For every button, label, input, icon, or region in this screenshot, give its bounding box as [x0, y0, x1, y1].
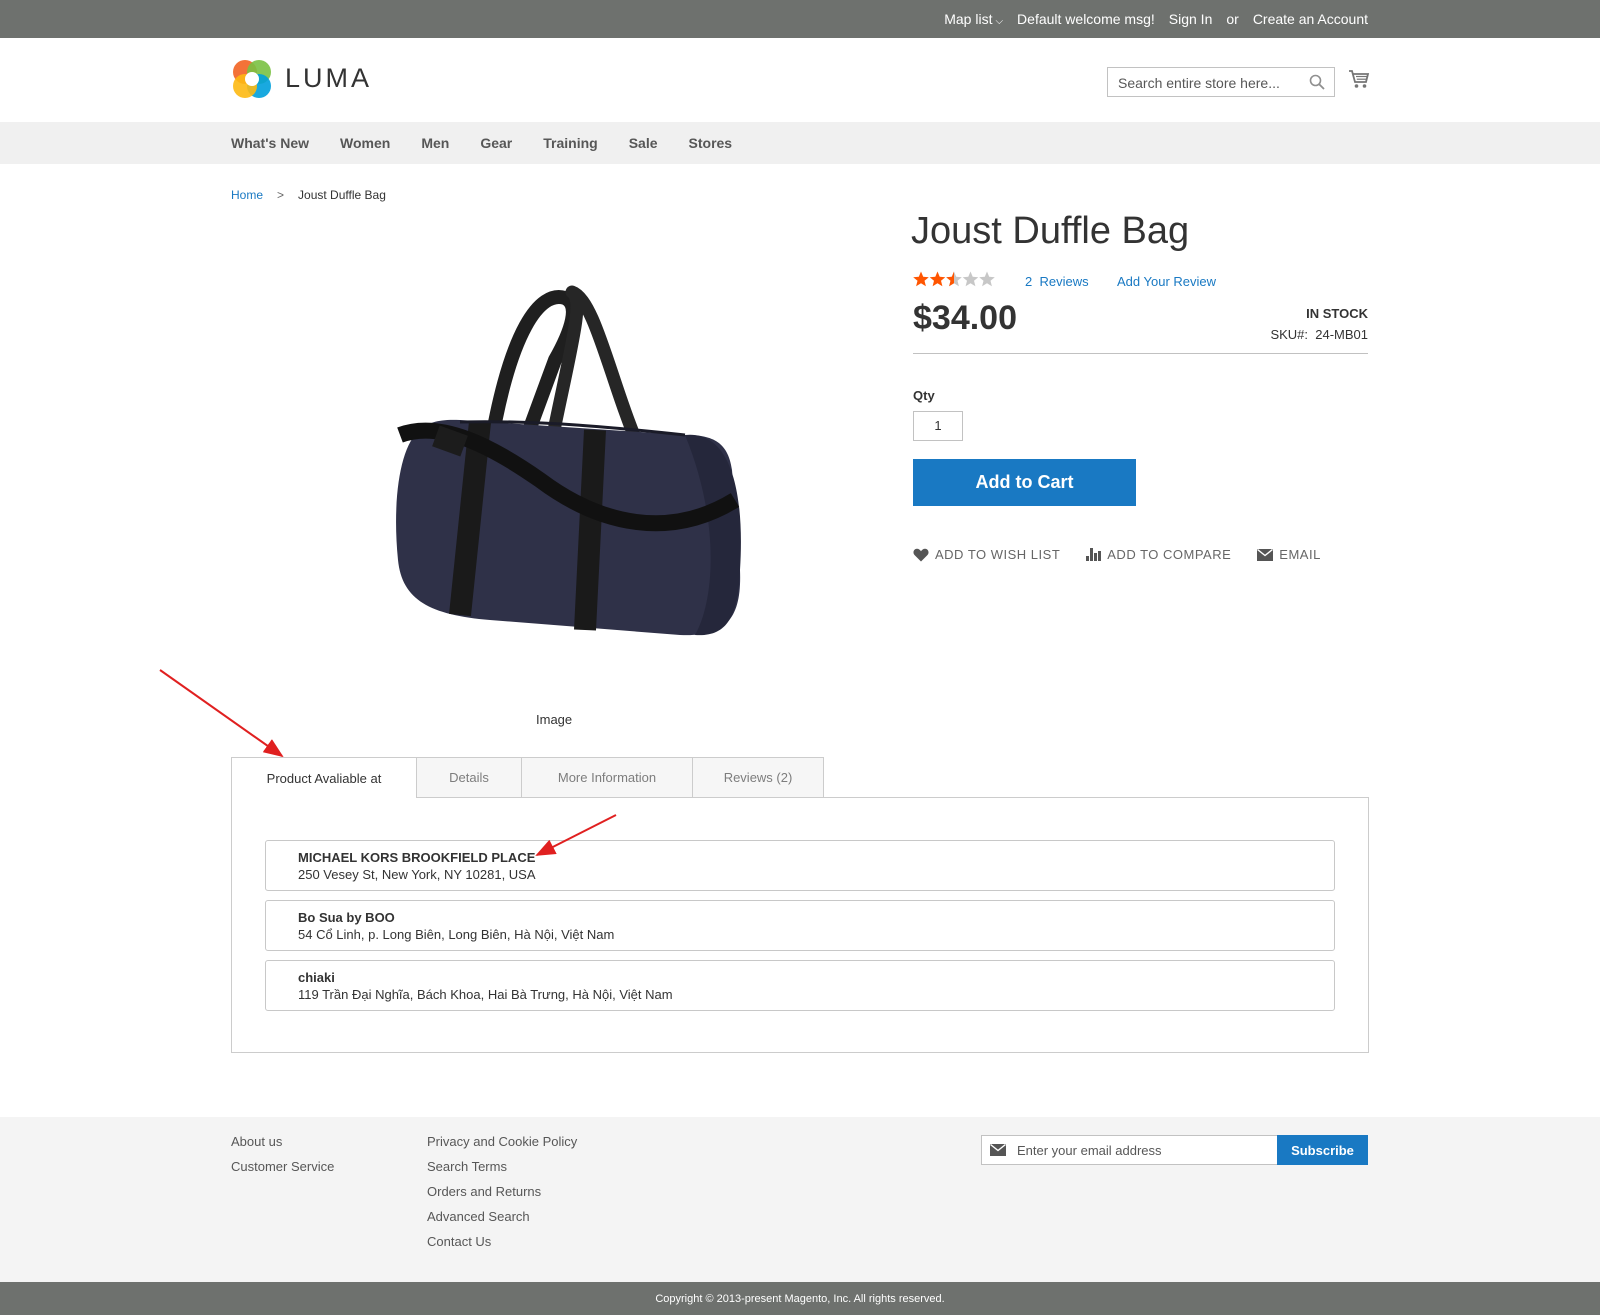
nav-item-sale[interactable]: Sale	[629, 135, 658, 151]
product-tabs: Product Avaliable at Details More Inform…	[231, 757, 824, 798]
newsletter-box	[981, 1135, 1278, 1165]
subscribe-button[interactable]: Subscribe	[1277, 1135, 1368, 1165]
product-actions: Add to Wish List Add to Compare Email	[913, 547, 1321, 562]
add-to-compare-label: Add to Compare	[1107, 547, 1232, 562]
luma-logo-icon[interactable]	[231, 58, 273, 100]
tab-product-available-at[interactable]: Product Avaliable at	[231, 757, 417, 798]
footer-link-privacy[interactable]: Privacy and Cookie Policy	[427, 1129, 577, 1154]
star-rating-icon	[913, 271, 995, 287]
nav-item-gear[interactable]: Gear	[480, 135, 512, 151]
nav-item-women[interactable]: Women	[340, 135, 390, 151]
email-link[interactable]: Email	[1257, 547, 1321, 562]
copyright: Copyright © 2013-present Magento, Inc. A…	[0, 1282, 1600, 1315]
footer-link-advanced-search[interactable]: Advanced Search	[427, 1204, 577, 1229]
store-address: 119 Trần Đại Nghĩa, Bách Khoa, Hai Bà Tr…	[298, 987, 673, 1002]
add-to-wishlist-link[interactable]: Add to Wish List	[913, 547, 1060, 562]
footer-link-contact-us[interactable]: Contact Us	[427, 1229, 577, 1254]
store-card[interactable]: chiaki 119 Trần Đại Nghĩa, Bách Khoa, Ha…	[265, 960, 1335, 1011]
store-name: chiaki	[298, 970, 335, 985]
store-card[interactable]: Bo Sua by BOO 54 Cổ Linh, p. Long Biên, …	[265, 900, 1335, 951]
footer-link-orders-returns[interactable]: Orders and Returns	[427, 1179, 577, 1204]
footer-link-about-us[interactable]: About us	[231, 1129, 334, 1154]
top-links: Map list ⌵ Default welcome msg! Sign In o…	[944, 0, 1368, 38]
divider	[913, 353, 1368, 354]
heart-icon	[913, 548, 929, 561]
breadcrumb-current: Joust Duffle Bag	[298, 188, 386, 202]
store-address: 250 Vesey St, New York, NY 10281, USA	[298, 867, 536, 882]
store-name: MICHAEL KORS BROOKFIELD PLACE	[298, 850, 536, 865]
product-title: Joust Duffle Bag	[911, 210, 1190, 252]
logo-text[interactable]: LUMA	[285, 63, 372, 94]
map-list-label: Map list	[944, 11, 993, 27]
add-to-wishlist-label: Add to Wish List	[935, 547, 1061, 562]
email-label: Email	[1279, 547, 1321, 562]
sign-in-link[interactable]: Sign In	[1169, 11, 1213, 27]
qty-input[interactable]: 1	[913, 411, 963, 441]
breadcrumb: Home > Joust Duffle Bag	[231, 188, 386, 202]
arrow-to-tab	[159, 669, 284, 758]
tab-reviews[interactable]: Reviews (2)	[692, 757, 824, 797]
welcome-message: Default welcome msg!	[1017, 11, 1155, 27]
product-image[interactable]	[340, 270, 780, 680]
chevron-down-icon: ⌵	[995, 16, 1004, 27]
newsletter-email-input[interactable]	[1015, 1141, 1269, 1159]
or-text: or	[1226, 11, 1239, 27]
envelope-icon	[1257, 548, 1274, 561]
nav-item-whats-new[interactable]: What's New	[231, 135, 309, 151]
qty-label: Qty	[913, 388, 935, 403]
nav-item-training[interactable]: Training	[543, 135, 597, 151]
cart-icon[interactable]	[1348, 68, 1370, 90]
rating-stars	[913, 271, 995, 288]
footer: About us Customer Service Privacy and Co…	[0, 1117, 1600, 1282]
store-address: 54 Cổ Linh, p. Long Biên, Long Biên, Hà …	[298, 927, 615, 942]
product-price: $34.00	[913, 299, 1017, 337]
envelope-icon	[990, 1144, 1006, 1156]
search-input[interactable]	[1116, 69, 1300, 97]
footer-link-search-terms[interactable]: Search Terms	[427, 1154, 577, 1179]
store-card[interactable]: MICHAEL KORS BROOKFIELD PLACE 250 Vesey …	[265, 840, 1335, 891]
image-caption: Image	[536, 712, 573, 727]
search-icon[interactable]	[1309, 74, 1325, 90]
tab-content-panel: MICHAEL KORS BROOKFIELD PLACE 250 Vesey …	[231, 797, 1369, 1053]
breadcrumb-separator: >	[277, 188, 285, 202]
footer-link-customer-service[interactable]: Customer Service	[231, 1154, 334, 1179]
tab-more-information[interactable]: More Information	[521, 757, 693, 797]
store-name: Bo Sua by BOO	[298, 910, 395, 925]
stock-status: In stock	[1306, 306, 1368, 321]
map-list-dropdown[interactable]: Map list ⌵	[944, 11, 1003, 27]
product-sku: SKU#: 24-MB01	[1270, 327, 1368, 342]
add-to-cart-button[interactable]: Add to Cart	[913, 459, 1136, 506]
reviews-link[interactable]: 2 Reviews	[1025, 274, 1089, 289]
add-review-link[interactable]: Add Your Review	[1117, 274, 1216, 289]
footer-links-col-1: About us Customer Service	[231, 1129, 334, 1179]
nav-item-stores[interactable]: Stores	[689, 135, 733, 151]
add-to-compare-link[interactable]: Add to Compare	[1086, 547, 1231, 562]
footer-links-col-2: Privacy and Cookie Policy Search Terms O…	[427, 1129, 577, 1254]
create-account-link[interactable]: Create an Account	[1253, 11, 1368, 27]
compare-icon	[1086, 548, 1102, 561]
nav-item-men[interactable]: Men	[421, 135, 449, 151]
tab-details[interactable]: Details	[416, 757, 522, 797]
main-nav: What's New Women Men Gear Training Sale …	[0, 122, 1600, 164]
breadcrumb-home[interactable]: Home	[231, 188, 263, 202]
search-box	[1107, 67, 1335, 97]
top-panel: Map list ⌵ Default welcome msg! Sign In o…	[0, 0, 1600, 38]
